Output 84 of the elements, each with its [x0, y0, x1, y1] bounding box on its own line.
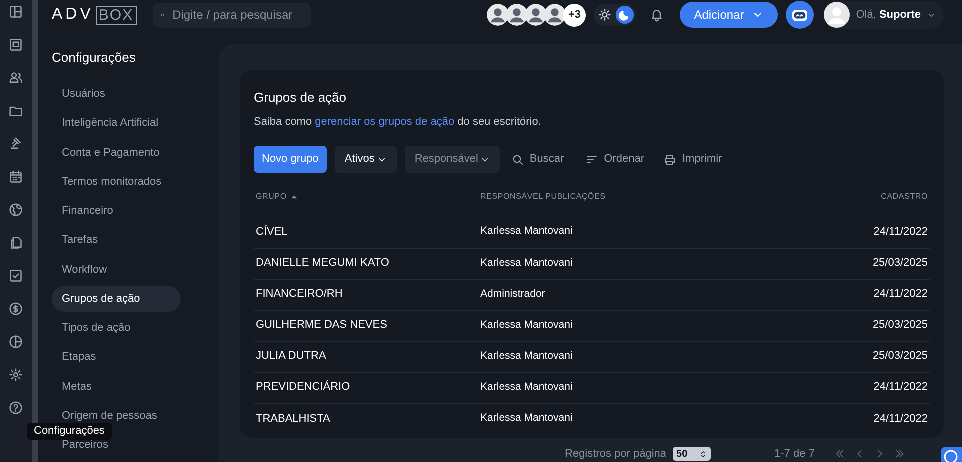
column-header[interactable]: RESPONSÁVEL PUBLICAÇÕES: [480, 191, 606, 203]
search-field[interactable]: Digite / para pesquisar: [152, 2, 311, 28]
dollar-icon[interactable]: [9, 302, 23, 316]
table-cell: Karlessa Mantovani: [478, 248, 834, 279]
help-link[interactable]: gerenciar os grupos de ação: [315, 116, 455, 128]
globe-icon[interactable]: [9, 203, 23, 217]
table-cell: 24/11/2022: [834, 403, 930, 434]
table-cell: 24/11/2022: [834, 217, 930, 248]
pie-chart-icon[interactable]: [9, 335, 23, 349]
user-name: Suporte: [879, 8, 921, 23]
logo-text: ADV: [52, 5, 94, 25]
table-cell: JULIA DUTRA: [254, 341, 479, 372]
avatar-icon: [487, 4, 510, 26]
user-avatar-icon: [824, 2, 850, 28]
robot-button[interactable]: [786, 1, 814, 29]
calendar-icon[interactable]: [9, 170, 23, 184]
first-page-icon[interactable]: [834, 449, 845, 460]
page-range: 1-7 de 7: [774, 447, 815, 462]
print-button[interactable]: Imprimir: [664, 146, 722, 173]
more-avatars-count[interactable]: +3: [563, 4, 586, 26]
table-cell: 25/03/2025: [834, 248, 930, 279]
table-cell: Karlessa Mantovani: [478, 403, 834, 434]
settings-nav-item[interactable]: Usuários: [52, 82, 181, 108]
documents-icon[interactable]: [9, 236, 23, 250]
checkbox-icon[interactable]: [9, 269, 23, 283]
search-button[interactable]: Buscar: [512, 146, 564, 173]
avatar-icon: [525, 4, 548, 26]
settings-nav-item[interactable]: Tarefas: [52, 228, 181, 254]
table-cell: 25/03/2025: [834, 341, 930, 372]
card-subtitle: Saiba como gerenciar os grupos de ação do seu escritório.: [254, 114, 542, 130]
last-page-icon[interactable]: [894, 449, 905, 460]
avatar-icon: [506, 4, 528, 26]
table-cell: Karlessa Mantovani: [478, 217, 834, 248]
gavel-icon[interactable]: [9, 137, 23, 151]
settings-nav-item[interactable]: Termos monitorados: [52, 169, 181, 195]
stepper-arrows-icon: [700, 450, 707, 459]
table-cell: CÍVEL: [254, 217, 479, 248]
search-icon: [512, 154, 524, 166]
per-page-select[interactable]: 50: [672, 447, 711, 462]
user-menu[interactable]: Olá, Suporte: [824, 1, 944, 29]
table-cell: TRABALHISTA: [254, 403, 479, 434]
people-icon[interactable]: [9, 71, 23, 85]
per-page-label: Registros por página: [565, 447, 667, 462]
table-cell: Karlessa Mantovani: [478, 341, 834, 372]
theme-toggle[interactable]: [594, 4, 636, 26]
bell-icon[interactable]: [650, 8, 664, 22]
settings-nav-item[interactable]: Tipos de ação: [52, 316, 181, 342]
printer-icon: [664, 154, 676, 166]
table-cell: Administrador: [478, 279, 834, 310]
table-cell: FINANCEIRO/RH: [254, 279, 479, 310]
column-header[interactable]: GRUPO: [256, 191, 298, 203]
avatar-icon: [544, 4, 566, 26]
settings-nav-item[interactable]: Metas: [52, 374, 181, 400]
settings-nav-item[interactable]: Conta e Pagamento: [52, 140, 181, 166]
section-title: Configurações: [52, 49, 137, 67]
moon-icon: [616, 6, 634, 24]
table-cell: 25/03/2025: [834, 310, 930, 341]
sort-up-icon: [290, 194, 298, 200]
layout-icon[interactable]: [9, 5, 23, 19]
settings-nav-item[interactable]: Etapas: [52, 344, 181, 371]
table-cell: Karlessa Mantovani: [478, 372, 834, 403]
sort-button[interactable]: Ordenar: [586, 146, 644, 173]
table-cell: 24/11/2022: [834, 372, 930, 403]
table-cell: DANIELLE MEGUMI KATO: [254, 248, 479, 279]
settings-nav-item[interactable]: Workflow: [52, 257, 181, 283]
sort-lines-icon: [586, 154, 598, 166]
column-header[interactable]: CADASTRO: [881, 191, 928, 203]
status-filter-dropdown[interactable]: Ativos: [334, 146, 397, 173]
new-group-button[interactable]: Novo grupo: [254, 146, 327, 173]
card-title: Grupos de ação: [254, 89, 348, 107]
settings-nav-item[interactable]: Grupos de ação: [52, 286, 181, 312]
table-cell: PREVIDENCIÁRIO: [254, 372, 479, 403]
table-cell: GUILHERME DAS NEVES: [254, 310, 479, 341]
responsible-filter-dropdown[interactable]: Responsável: [404, 146, 500, 173]
board-icon[interactable]: [9, 38, 23, 52]
folder-icon[interactable]: [9, 104, 23, 118]
settings-nav-item[interactable]: Inteligência Artificial: [52, 110, 181, 136]
add-button[interactable]: Adicionar: [680, 2, 778, 28]
logo-text: BOX: [96, 6, 137, 24]
greeting-text: Olá,: [856, 8, 876, 23]
table-cell: 24/11/2022: [834, 279, 930, 310]
table-cell: Karlessa Mantovani: [478, 310, 834, 341]
settings-nav-item[interactable]: Financeiro: [52, 198, 181, 224]
tooltip: Configurações: [27, 423, 112, 440]
